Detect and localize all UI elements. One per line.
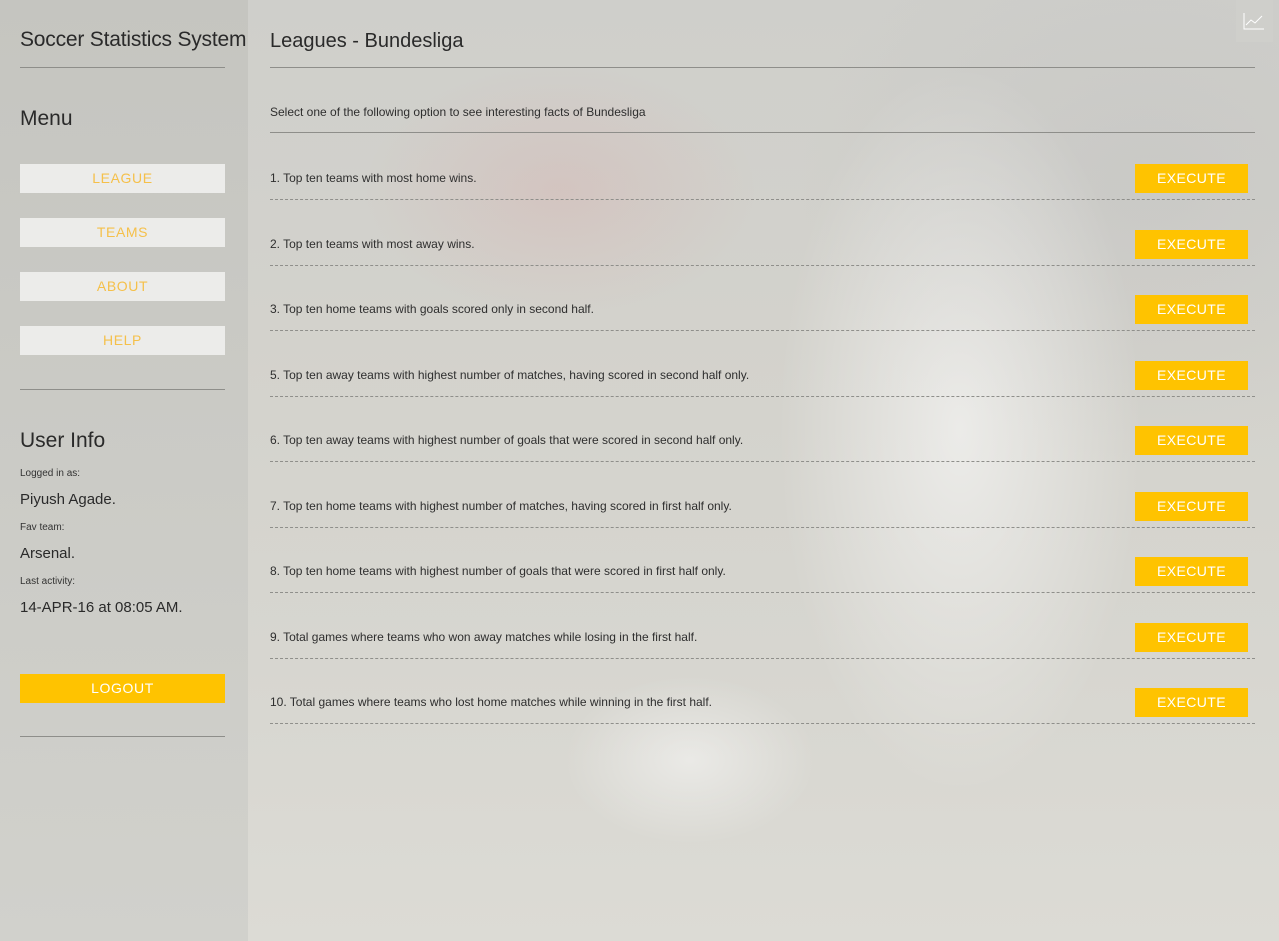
menu-league-button[interactable]: LEAGUE [20,164,225,193]
fav-team-label: Fav team: [20,522,65,533]
query-row: 1. Top ten teams with most home wins. EX… [270,164,1255,200]
chart-toggle-button[interactable] [1236,0,1273,42]
menu-about-button[interactable]: ABOUT [20,272,225,301]
query-text: 6. Top ten away teams with highest numbe… [270,433,744,447]
execute-button[interactable]: EXECUTE [1135,295,1248,324]
divider [270,67,1255,68]
last-activity-value: 14-APR-16 at 08:05 AM. [20,599,183,616]
execute-button[interactable]: EXECUTE [1135,164,1248,193]
query-text: 10. Total games where teams who lost hom… [270,695,712,709]
query-text: 1. Top ten teams with most home wins. [270,171,477,185]
query-row: 10. Total games where teams who lost hom… [270,688,1255,724]
query-text: 3. Top ten home teams with goals scored … [270,302,594,316]
execute-button[interactable]: EXECUTE [1135,557,1248,586]
query-text: 8. Top ten home teams with highest numbe… [270,564,726,578]
execute-button[interactable]: EXECUTE [1135,688,1248,717]
logout-button[interactable]: LOGOUT [20,674,225,703]
last-activity-label: Last activity: [20,576,76,587]
query-row: 8. Top ten home teams with highest numbe… [270,557,1255,593]
menu-title: Menu [20,107,73,130]
intro-text: Select one of the following option to se… [270,105,646,119]
execute-button[interactable]: EXECUTE [1135,492,1248,521]
line-chart-icon [1243,13,1264,30]
divider [20,736,225,737]
query-row: 6. Top ten away teams with highest numbe… [270,426,1255,462]
fav-team-value: Arsenal. [20,545,76,562]
query-text: 2. Top ten teams with most away wins. [270,237,475,251]
query-row: 2. Top ten teams with most away wins. EX… [270,230,1255,266]
query-text: 5. Top ten away teams with highest numbe… [270,368,750,382]
query-text: 9. Total games where teams who won away … [270,630,698,644]
query-row: 9. Total games where teams who won away … [270,623,1255,659]
query-row: 7. Top ten home teams with highest numbe… [270,492,1255,528]
query-row: 3. Top ten home teams with goals scored … [270,295,1255,331]
sidebar: Soccer Statistics System Menu LEAGUE TEA… [0,0,248,941]
query-text: 7. Top ten home teams with highest numbe… [270,499,732,513]
app-title: Soccer Statistics System [20,28,247,51]
logged-in-label: Logged in as: [20,468,81,479]
divider [270,132,1255,133]
logged-in-value: Piyush Agade. [20,491,116,508]
page-title: Leagues - Bundesliga [270,30,464,52]
divider [20,67,225,68]
query-row: 5. Top ten away teams with highest numbe… [270,361,1255,397]
menu-teams-button[interactable]: TEAMS [20,218,225,247]
execute-button[interactable]: EXECUTE [1135,230,1248,259]
execute-button[interactable]: EXECUTE [1135,361,1248,390]
execute-button[interactable]: EXECUTE [1135,623,1248,652]
menu-help-button[interactable]: HELP [20,326,225,355]
execute-button[interactable]: EXECUTE [1135,426,1248,455]
user-info-title: User Info [20,429,106,452]
divider [20,389,225,390]
